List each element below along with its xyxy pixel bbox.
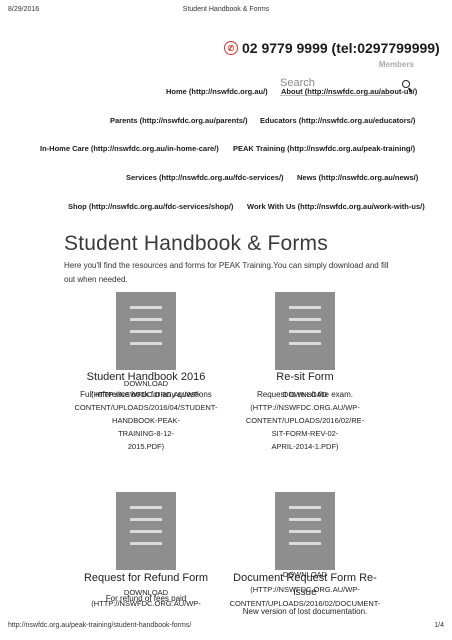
download-url-line[interactable]: 2015.PDF) [56, 440, 236, 453]
phone-number: 02 9779 9999 (tel:0297799999) [242, 40, 440, 56]
print-page-number: 1/4 [434, 622, 444, 629]
nav-shop[interactable]: Shop (http://nswfdc.org.au/fdc-services/… [68, 202, 233, 211]
nav-in-home-care[interactable]: In-Home Care (http://nswfdc.org.au/in-ho… [40, 144, 219, 153]
card-description: New version of lost documentation. [242, 607, 368, 616]
download-url-line[interactable]: HANDBOOK-PEAK- [56, 414, 236, 427]
nav-work-with-us[interactable]: Work With Us (http://nswfdc.org.au/work-… [247, 202, 425, 211]
phone-icon: ✆ [224, 41, 238, 55]
document-icon [275, 292, 335, 370]
document-icon [116, 292, 176, 370]
print-url: http://nswfdc.org.au/peak-training/stude… [8, 622, 192, 629]
download-url-line[interactable]: TRAINING-8-12- [56, 427, 236, 440]
page-intro: Here you'll find the resources and forms… [64, 261, 389, 284]
download-url-line[interactable]: SIT-FORM-REV-02- [215, 427, 395, 440]
card-title: Request for Refund Form [83, 572, 209, 584]
members-link[interactable]: Members [379, 60, 414, 69]
nav-peak-training[interactable]: PEAK Training (http://nswfdc.org.au/peak… [233, 144, 415, 153]
card-title: Re-sit Form [276, 371, 334, 383]
download-url-line[interactable]: CONTENT/UPLOADS/2016/02/RE- [215, 414, 395, 427]
document-icon [275, 492, 335, 570]
print-title: Student Handbook & Forms [182, 6, 270, 13]
card-description: Request to re-sit the exam. [256, 390, 354, 399]
nav-home[interactable]: Home (http://nswfdc.org.au/) [166, 87, 268, 96]
nav-news[interactable]: News (http://nswfdc.org.au/news/) [297, 173, 418, 182]
nav-services[interactable]: Services (http://nswfdc.org.au/fdc-servi… [126, 173, 284, 182]
page-title: Student Handbook & Forms [64, 232, 328, 255]
download-url-line[interactable]: (HTTP://NSWFDC.ORG.AU/WP- [215, 401, 395, 414]
download-url-line[interactable]: APRIL-2014-1.PDF) [215, 440, 395, 453]
download-url-line[interactable]: (HTTP://NSWFDC.ORG.AU/WP- [56, 388, 236, 401]
nav-about[interactable]: About (http://nswfdc.org.au/about-us/) [281, 87, 417, 96]
nav-parents[interactable]: Parents (http://nswfdc.org.au/parents/) [110, 116, 248, 125]
download-link[interactable]: DOWNLOAD [215, 568, 395, 581]
nav-educators[interactable]: Educators (http://nswfdc.org.au/educator… [260, 116, 415, 125]
phone-link[interactable]: ✆ 02 9779 9999 (tel:0297799999) [224, 40, 440, 56]
document-icon [116, 492, 176, 570]
